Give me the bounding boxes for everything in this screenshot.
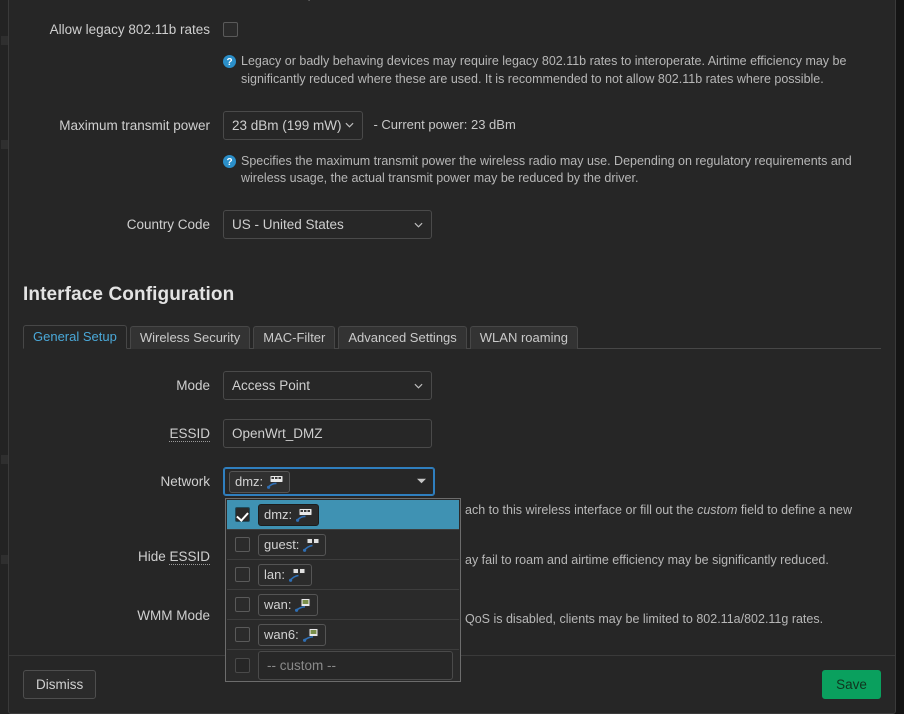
legacy-rates-hint-text: Legacy or badly behaving devices may req… [241,54,847,86]
network-bridge-icon [303,537,320,552]
network-dropdown: dmz: dmz: guest: lan: wan: wan6: -- cust… [223,467,461,682]
svg-text:?: ? [226,157,232,168]
network-hint: ach to this wireless interface or fill o… [465,502,852,520]
help-icon: ? [223,55,236,68]
network-host-icon [302,627,319,642]
hide-essid-hint: ay fail to roam and airtime efficiency m… [465,553,829,567]
network-option-checkbox[interactable] [235,567,250,582]
network-option-checkbox[interactable] [235,507,250,522]
network-bridge-icon [296,507,313,522]
network-option-label: guest: [264,536,300,552]
hide-essid-label-acronym: ESSID [169,549,210,565]
app-window: if a channel is reported as such. Allow … [0,0,904,714]
network-bridge-icon [288,567,306,582]
dismiss-button[interactable]: Dismiss [23,670,97,699]
network-option-guest[interactable]: guest: [227,530,459,560]
network-selected-label: dmz: [235,474,264,490]
max-power-label: Maximum transmit power [59,117,210,133]
network-option-label: wan6: [264,626,299,642]
tab-wireless-security[interactable]: Wireless Security [129,326,251,349]
tab-wlan-roaming[interactable]: WLAN roaming [469,326,578,349]
current-power-note: - Current power: 23 dBm [373,117,516,133]
network-custom-input[interactable] [258,650,453,680]
network-option-checkbox[interactable] [235,627,250,642]
wmm-mode-label: WMM Mode [137,607,210,623]
tab-advanced-settings[interactable]: Advanced Settings [338,326,467,349]
network-option-checkbox[interactable] [235,537,250,552]
tab-mac-filter[interactable]: MAC-Filter [253,326,336,349]
help-icon: ? [223,154,236,168]
network-selected-chip: dmz: [229,471,291,494]
network-option-chip: dmz: [258,503,320,526]
network-host-icon [295,597,311,612]
country-code-select[interactable]: US - United States [223,210,432,239]
legacy-rates-checkbox[interactable] [223,22,238,38]
network-option-chip: wan: [258,593,319,616]
network-hint-italic: custom [697,503,738,517]
field-max-power: Maximum transmit power 23 dBm (199 mW) -… [23,110,881,189]
network-option-wan[interactable]: wan: [227,590,459,620]
network-label: Network [160,474,210,489]
network-option-dmz[interactable]: dmz: [227,500,459,530]
chevron-down-icon [414,381,423,390]
network-bridge-icon [267,475,284,490]
network-option-wan6[interactable]: wan6: [227,620,459,650]
mode-select[interactable]: Access Point [223,371,432,400]
network-option-checkbox[interactable] [235,597,250,612]
max-power-select[interactable]: 23 dBm (199 mW) [223,110,363,140]
modal-body: Allow legacy 802.11b rates ? Legacy or b… [9,0,895,682]
network-custom-checkbox[interactable] [235,657,250,673]
wmm-mode-hint: QoS is disabled, clients may be limited … [465,611,824,626]
network-option-label: dmz: [264,506,293,522]
chevron-down-icon [414,220,423,229]
chevron-down-icon [345,121,354,130]
network-option-label: wan: [264,596,292,612]
network-hint-tail2: field to define a new [737,503,853,517]
field-mode: Mode Access Point [23,371,881,400]
essid-label: ESSID [23,419,223,443]
mode-label: Mode [176,378,210,393]
hide-essid-label: Hide ESSID [137,549,210,565]
svg-text:?: ? [226,57,232,68]
tab-general-setup[interactable]: General Setup [23,325,127,349]
field-legacy-rates: Allow legacy 802.11b rates ? Legacy or b… [23,21,881,89]
mode-value: Access Point [232,378,311,393]
field-country-code: Country Code US - United States [23,210,881,239]
save-button[interactable]: Save [822,670,881,699]
network-options-menu: dmz: guest: lan: wan: wan6: -- custom -- [225,498,461,682]
network-option-custom[interactable] [227,650,459,680]
legacy-rates-hint: ? Legacy or badly behaving devices may r… [223,53,879,89]
network-option-chip: wan6: [258,623,326,646]
network-option-lan[interactable]: lan: [227,560,459,590]
wireless-config-modal: if a channel is reported as such. Allow … [8,0,896,714]
max-power-value: 23 dBm (199 mW) [232,117,342,133]
network-option-label: lan: [264,566,285,582]
essid-input[interactable] [223,419,432,448]
network-option-chip: lan: [258,563,312,586]
page-title: Interface Configuration [23,284,235,305]
essid-label-text: ESSID [169,426,210,442]
dropdown-arrow-icon [417,477,426,486]
country-code-value: US - United States [232,217,344,232]
max-power-hint: ? Specifies the maximum transmit power t… [223,153,881,189]
interface-tabs: General Setup Wireless Security MAC-Filt… [23,325,881,349]
max-power-hint-text: Specifies the maximum transmit power the… [241,153,852,186]
network-option-chip: guest: [258,533,327,556]
network-select[interactable]: dmz: [223,467,435,496]
field-essid: ESSID [23,419,881,448]
field-network: Network dmz: dmz: guest: lan: wan: wan6:… [23,467,881,682]
network-hint-tail: ach to this wireless interface or fill o… [465,503,698,517]
country-code-label: Country Code [126,217,210,232]
legacy-rates-label: Allow legacy 802.11b rates [49,22,210,37]
